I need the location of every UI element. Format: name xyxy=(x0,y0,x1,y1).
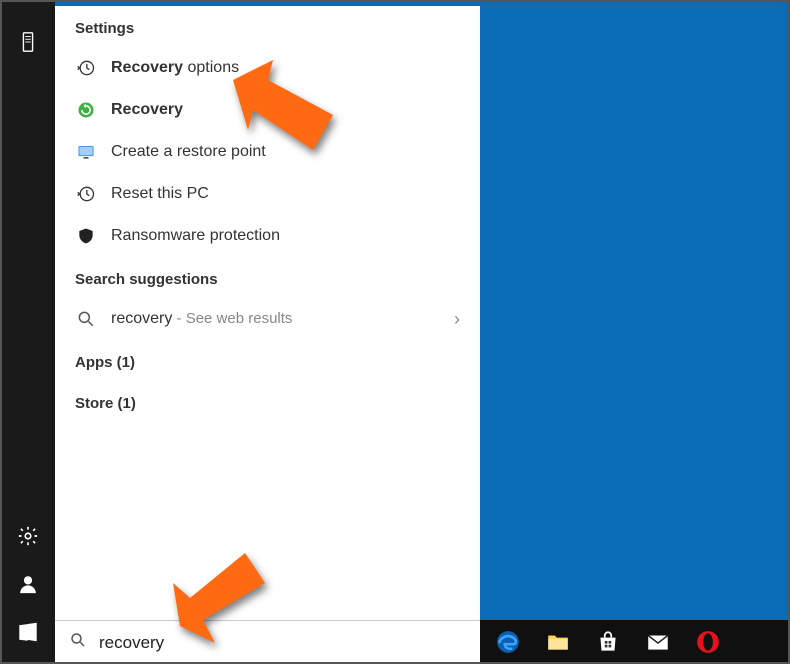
result-recovery-options[interactable]: Recovery options xyxy=(55,47,480,89)
taskbar-edge-icon[interactable] xyxy=(486,620,530,664)
result-label: Recovery xyxy=(111,101,183,119)
result-restore-point[interactable]: Create a restore point xyxy=(55,131,480,173)
taskbar xyxy=(480,620,790,664)
web-term: recovery xyxy=(111,310,172,327)
clock-back-icon xyxy=(75,183,97,205)
result-label: Create a restore point xyxy=(111,143,266,161)
search-icon xyxy=(69,631,87,654)
desktop-background xyxy=(480,0,790,620)
monitor-icon xyxy=(75,141,97,163)
result-label: Recovery options xyxy=(111,59,239,77)
taskbar-store-icon[interactable] xyxy=(586,620,630,664)
result-web-recovery[interactable]: recovery - See web results › xyxy=(55,298,480,340)
search-bar[interactable] xyxy=(55,620,480,664)
result-recovery[interactable]: Recovery xyxy=(55,89,480,131)
taskbar-opera-icon[interactable] xyxy=(686,620,730,664)
result-ransomware[interactable]: Ransomware protection xyxy=(55,215,480,257)
clock-back-icon xyxy=(75,57,97,79)
store-header[interactable]: Store (1) xyxy=(55,381,480,422)
chevron-right-icon: › xyxy=(454,309,460,330)
cortana-sidebar xyxy=(0,0,55,664)
search-results-panel: Settings Recovery options Recovery Creat… xyxy=(55,0,480,664)
web-sub: - See web results xyxy=(172,310,292,327)
taskbar-mail-icon[interactable] xyxy=(636,620,680,664)
taskbar-file-explorer-icon[interactable] xyxy=(536,620,580,664)
settings-category-header: Settings xyxy=(55,6,480,47)
result-label: Ransomware protection xyxy=(111,227,280,245)
search-icon xyxy=(75,308,97,330)
result-label: recovery - See web results xyxy=(111,310,292,328)
shield-icon xyxy=(75,225,97,247)
windows-start-icon[interactable] xyxy=(14,618,42,646)
result-reset-pc[interactable]: Reset this PC xyxy=(55,173,480,215)
server-icon[interactable] xyxy=(14,28,42,56)
user-icon[interactable] xyxy=(14,570,42,598)
result-label: Reset this PC xyxy=(111,185,209,203)
apps-header[interactable]: Apps (1) xyxy=(55,340,480,381)
gear-icon[interactable] xyxy=(14,522,42,550)
search-input[interactable] xyxy=(99,633,466,653)
recovery-green-icon xyxy=(75,99,97,121)
suggestions-header: Search suggestions xyxy=(55,257,480,298)
